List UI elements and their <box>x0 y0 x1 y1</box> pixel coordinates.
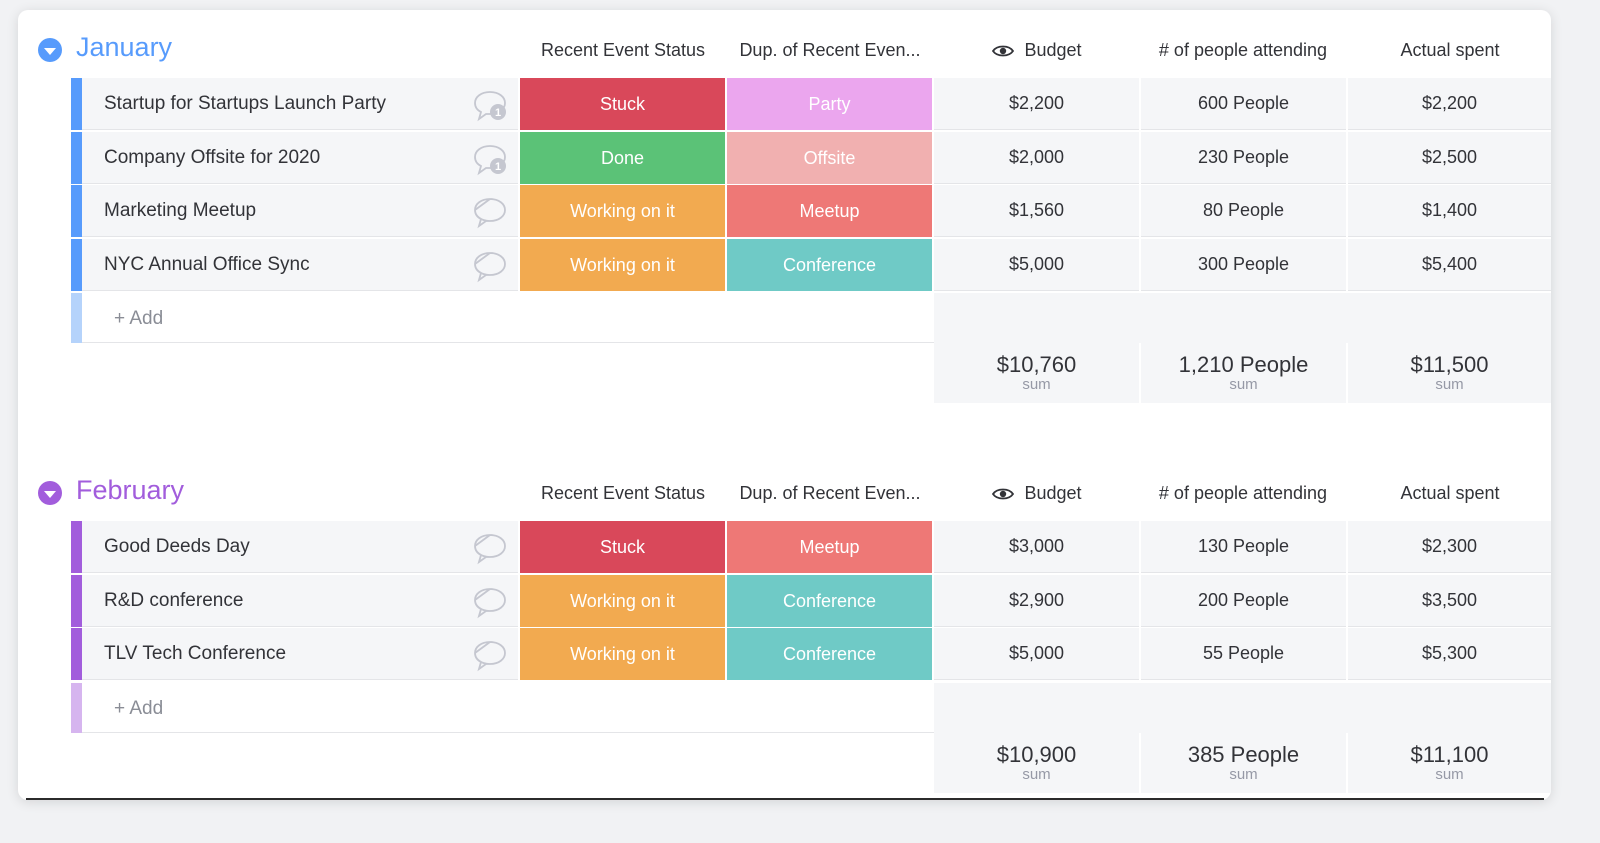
column-header-status[interactable]: Recent Event Status <box>520 483 726 504</box>
comment-bubble-icon[interactable]: 1 <box>472 142 508 176</box>
group-february: February Recent Event Status Dup. of Rec… <box>18 453 1551 793</box>
comment-bubble-icon[interactable] <box>472 531 508 565</box>
column-header-status[interactable]: Recent Event Status <box>520 40 726 61</box>
comment-bubble-icon[interactable] <box>472 585 508 619</box>
column-header-actual[interactable]: Actual spent <box>1347 40 1551 61</box>
column-header-budget[interactable]: Budget <box>934 483 1140 504</box>
budget-cell[interactable]: $2,900 <box>934 575 1139 627</box>
people-cell[interactable]: 200 People <box>1141 575 1346 627</box>
column-header-budget-label: Budget <box>1024 483 1082 503</box>
people-sum[interactable]: 385 People sum <box>1141 733 1346 793</box>
actual-cell[interactable]: $5,300 <box>1348 628 1551 680</box>
status-cell[interactable]: Stuck <box>520 78 725 130</box>
actual-cell[interactable]: $2,200 <box>1348 78 1551 130</box>
group-header: February Recent Event Status Dup. of Rec… <box>18 453 1551 519</box>
item-name[interactable]: Marketing Meetup <box>104 200 256 222</box>
comment-bubble-icon[interactable] <box>472 195 508 229</box>
dup-status-cell[interactable]: Offsite <box>727 132 932 184</box>
item-name[interactable]: Good Deeds Day <box>104 536 250 558</box>
dup-status-cell[interactable]: Meetup <box>727 521 932 573</box>
column-header-people[interactable]: # of people attending <box>1140 483 1346 504</box>
budget-cell[interactable]: $5,000 <box>934 239 1139 291</box>
actual-cell[interactable]: $3,500 <box>1348 575 1551 627</box>
people-sum[interactable]: 1,210 People sum <box>1141 343 1346 403</box>
actual-cell[interactable]: $2,300 <box>1348 521 1551 573</box>
column-header-people[interactable]: # of people attending <box>1140 40 1346 61</box>
column-header-actual[interactable]: Actual spent <box>1347 483 1551 504</box>
status-cell[interactable]: Stuck <box>520 521 725 573</box>
actual-cell[interactable]: $1,400 <box>1348 185 1551 237</box>
people-cell[interactable]: 130 People <box>1141 521 1346 573</box>
item-name[interactable]: NYC Annual Office Sync <box>104 254 310 276</box>
dup-status-cell[interactable]: Meetup <box>727 185 932 237</box>
item-name[interactable]: R&D conference <box>104 590 243 612</box>
comment-bubble-icon[interactable] <box>472 249 508 283</box>
budget-cell[interactable]: $1,560 <box>934 185 1139 237</box>
add-item-button[interactable]: + Add <box>114 308 163 330</box>
comment-bubble-icon[interactable] <box>472 638 508 672</box>
actual-sum[interactable]: $11,100 sum <box>1348 733 1551 793</box>
group-title-february[interactable]: February <box>76 475 184 506</box>
actual-cell[interactable]: $2,500 <box>1348 132 1551 184</box>
dup-status-cell[interactable]: Party <box>727 78 932 130</box>
actual-cell[interactable]: $5,400 <box>1348 239 1551 291</box>
collapse-group-february-icon[interactable] <box>38 481 62 505</box>
status-cell[interactable]: Working on it <box>520 628 725 680</box>
group-header: January Recent Event Status Dup. of Rece… <box>18 10 1551 76</box>
budget-sum[interactable]: $10,760 sum <box>934 343 1139 403</box>
item-name[interactable]: TLV Tech Conference <box>104 643 286 665</box>
people-cell[interactable]: 600 People <box>1141 78 1346 130</box>
people-cell[interactable]: 230 People <box>1141 132 1346 184</box>
people-cell[interactable]: 300 People <box>1141 239 1346 291</box>
group-title-january[interactable]: January <box>76 32 172 63</box>
comment-bubble-icon[interactable]: 1 <box>472 88 508 122</box>
status-cell[interactable]: Working on it <box>520 575 725 627</box>
dup-status-cell[interactable]: Conference <box>727 628 932 680</box>
budget-cell[interactable]: $2,200 <box>934 78 1139 130</box>
column-header-budget[interactable]: Budget <box>934 40 1140 61</box>
eye-icon <box>992 488 1015 500</box>
dup-status-cell[interactable]: Conference <box>727 575 932 627</box>
status-cell[interactable]: Working on it <box>520 239 725 291</box>
eye-icon <box>992 45 1015 57</box>
item-name[interactable]: Startup for Startups Launch Party <box>104 93 386 115</box>
budget-cell[interactable]: $5,000 <box>934 628 1139 680</box>
actual-sum[interactable]: $11,500 sum <box>1348 343 1551 403</box>
column-header-dup[interactable]: Dup. of Recent Even... <box>727 40 933 61</box>
add-item-button[interactable]: + Add <box>114 698 163 720</box>
board: January Recent Event Status Dup. of Rece… <box>18 10 1551 800</box>
svg-text:1: 1 <box>495 107 501 119</box>
status-cell[interactable]: Done <box>520 132 725 184</box>
divider <box>26 798 1544 800</box>
column-header-dup[interactable]: Dup. of Recent Even... <box>727 483 933 504</box>
budget-cell[interactable]: $2,000 <box>934 132 1139 184</box>
people-cell[interactable]: 55 People <box>1141 628 1346 680</box>
svg-text:1: 1 <box>495 161 501 173</box>
status-cell[interactable]: Working on it <box>520 185 725 237</box>
collapse-group-january-icon[interactable] <box>38 38 62 62</box>
item-name[interactable]: Company Offsite for 2020 <box>104 147 320 169</box>
group-january: January Recent Event Status Dup. of Rece… <box>18 10 1551 403</box>
dup-status-cell[interactable]: Conference <box>727 239 932 291</box>
column-header-budget-label: Budget <box>1024 40 1082 60</box>
budget-sum[interactable]: $10,900 sum <box>934 733 1139 793</box>
people-cell[interactable]: 80 People <box>1141 185 1346 237</box>
budget-cell[interactable]: $3,000 <box>934 521 1139 573</box>
